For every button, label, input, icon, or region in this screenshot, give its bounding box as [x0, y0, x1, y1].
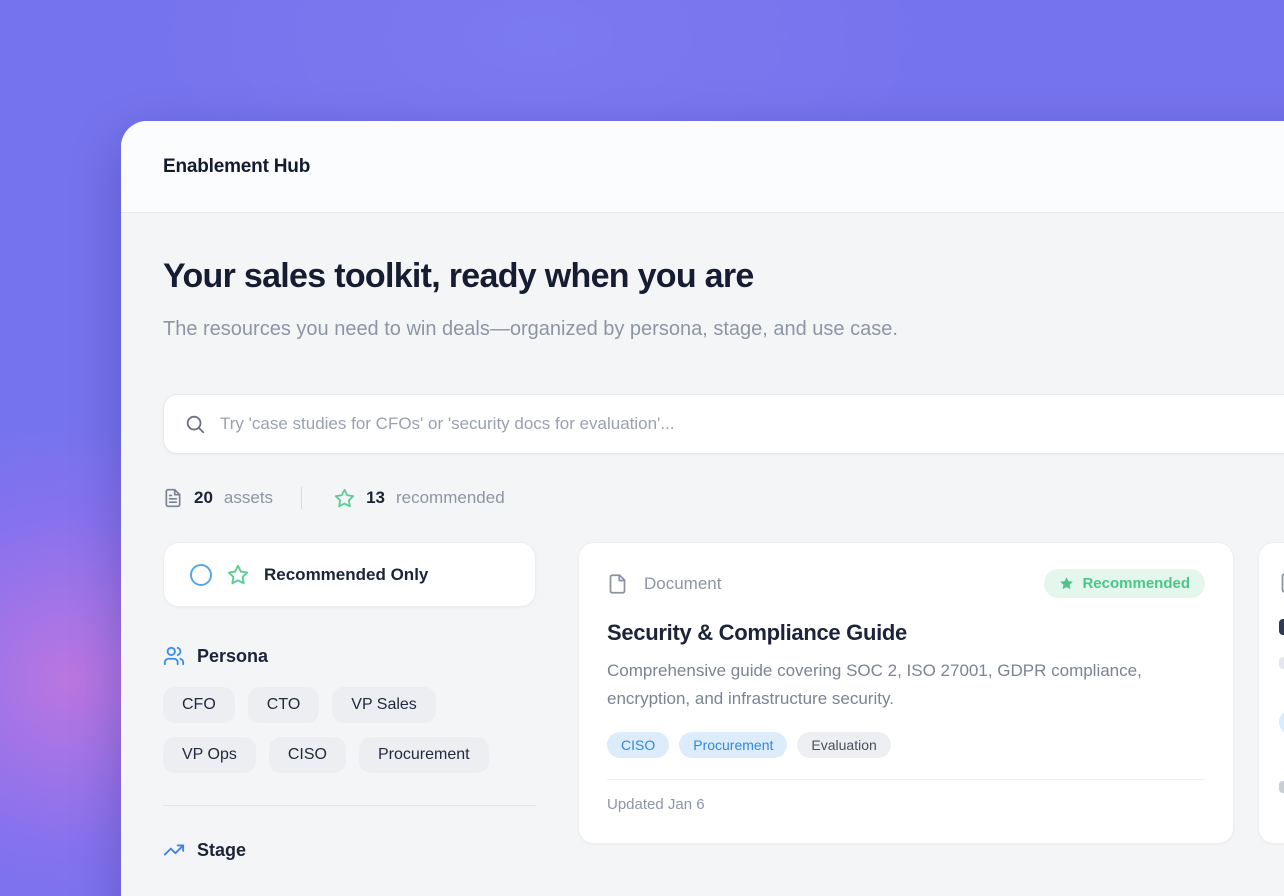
trending-up-icon — [163, 839, 185, 861]
page-title: Your sales toolkit, ready when you are — [163, 257, 1284, 296]
card-description: Comprehensive guide covering SOC 2, ISO … — [607, 657, 1197, 713]
recommended-only-label: Recommended Only — [264, 565, 428, 585]
star-icon — [227, 564, 249, 586]
recommended-only-toggle[interactable]: Recommended Only — [163, 542, 536, 607]
card-tags: CISO Procurement Evaluation — [607, 732, 1205, 758]
file-text-icon — [163, 488, 183, 508]
filters-sidebar: Recommended Only Persona CFO CTO VP Sale… — [163, 542, 536, 861]
recommended-badge-label: Recommended — [1082, 575, 1190, 592]
star-icon — [334, 488, 355, 509]
stats-row: 20 assets 13 recommended — [163, 487, 1284, 509]
search-input[interactable] — [220, 414, 1284, 434]
recommended-only-checkbox[interactable] — [190, 564, 212, 586]
persona-chips: CFO CTO VP Sales VP Ops CISO Procurement — [163, 687, 536, 773]
card-tag — [1279, 709, 1284, 735]
star-filled-icon — [1059, 576, 1074, 591]
panel-body: Your sales toolkit, ready when you are T… — [121, 213, 1284, 861]
persona-chip-vp-ops[interactable]: VP Ops — [163, 737, 256, 773]
file-icon — [1279, 571, 1284, 595]
card-type-row: Document Recommended — [607, 569, 1205, 598]
assets-count: 20 — [194, 488, 213, 508]
enablement-hub-panel: Enablement Hub Your sales toolkit, ready… — [121, 121, 1284, 896]
persona-chip-procurement[interactable]: Procurement — [359, 737, 489, 773]
recommended-count: 13 — [366, 488, 385, 508]
recommended-badge: Recommended — [1044, 569, 1205, 598]
persona-chip-ciso[interactable]: CISO — [269, 737, 346, 773]
asset-card-security-compliance-guide[interactable]: Document Recommended Security & Complian… — [578, 542, 1234, 844]
persona-label: Persona — [197, 646, 268, 667]
app-title: Enablement Hub — [163, 156, 310, 178]
panel-header: Enablement Hub — [121, 121, 1284, 213]
recommended-stat: 13 recommended — [334, 488, 505, 509]
search-bar[interactable] — [163, 394, 1284, 454]
recommended-label: recommended — [396, 488, 505, 508]
content-layout: Recommended Only Persona CFO CTO VP Sale… — [163, 542, 1284, 861]
stage-label: Stage — [197, 840, 246, 861]
stage-header: Stage — [163, 839, 536, 861]
persona-chip-cfo[interactable]: CFO — [163, 687, 235, 723]
card-title — [1279, 619, 1284, 635]
card-updated-text: Updated Jan 6 — [607, 780, 1205, 829]
sidebar-divider — [163, 805, 536, 806]
assets-label: assets — [224, 488, 273, 508]
persona-filter-group: Persona CFO CTO VP Sales VP Ops CISO Pro… — [163, 645, 536, 773]
stage-filter-group: Stage — [163, 839, 536, 861]
asset-card-partial[interactable] — [1258, 542, 1284, 844]
tag-evaluation: Evaluation — [797, 732, 890, 758]
card-type-label: Document — [644, 574, 721, 594]
assets-stat: 20 assets — [163, 488, 273, 508]
asset-cards-grid: Document Recommended Security & Complian… — [578, 542, 1284, 844]
card-updated-text — [1279, 781, 1284, 793]
persona-chip-cto[interactable]: CTO — [248, 687, 319, 723]
card-title: Security & Compliance Guide — [607, 620, 1205, 646]
search-icon — [184, 413, 206, 435]
stats-divider — [301, 487, 302, 509]
tag-procurement: Procurement — [679, 732, 787, 758]
users-icon — [163, 645, 185, 667]
tag-ciso: CISO — [607, 732, 669, 758]
file-icon — [607, 572, 628, 596]
persona-chip-vp-sales[interactable]: VP Sales — [332, 687, 436, 723]
card-description — [1279, 657, 1284, 669]
persona-header: Persona — [163, 645, 536, 667]
page-subtitle: The resources you need to win deals—orga… — [163, 310, 983, 348]
